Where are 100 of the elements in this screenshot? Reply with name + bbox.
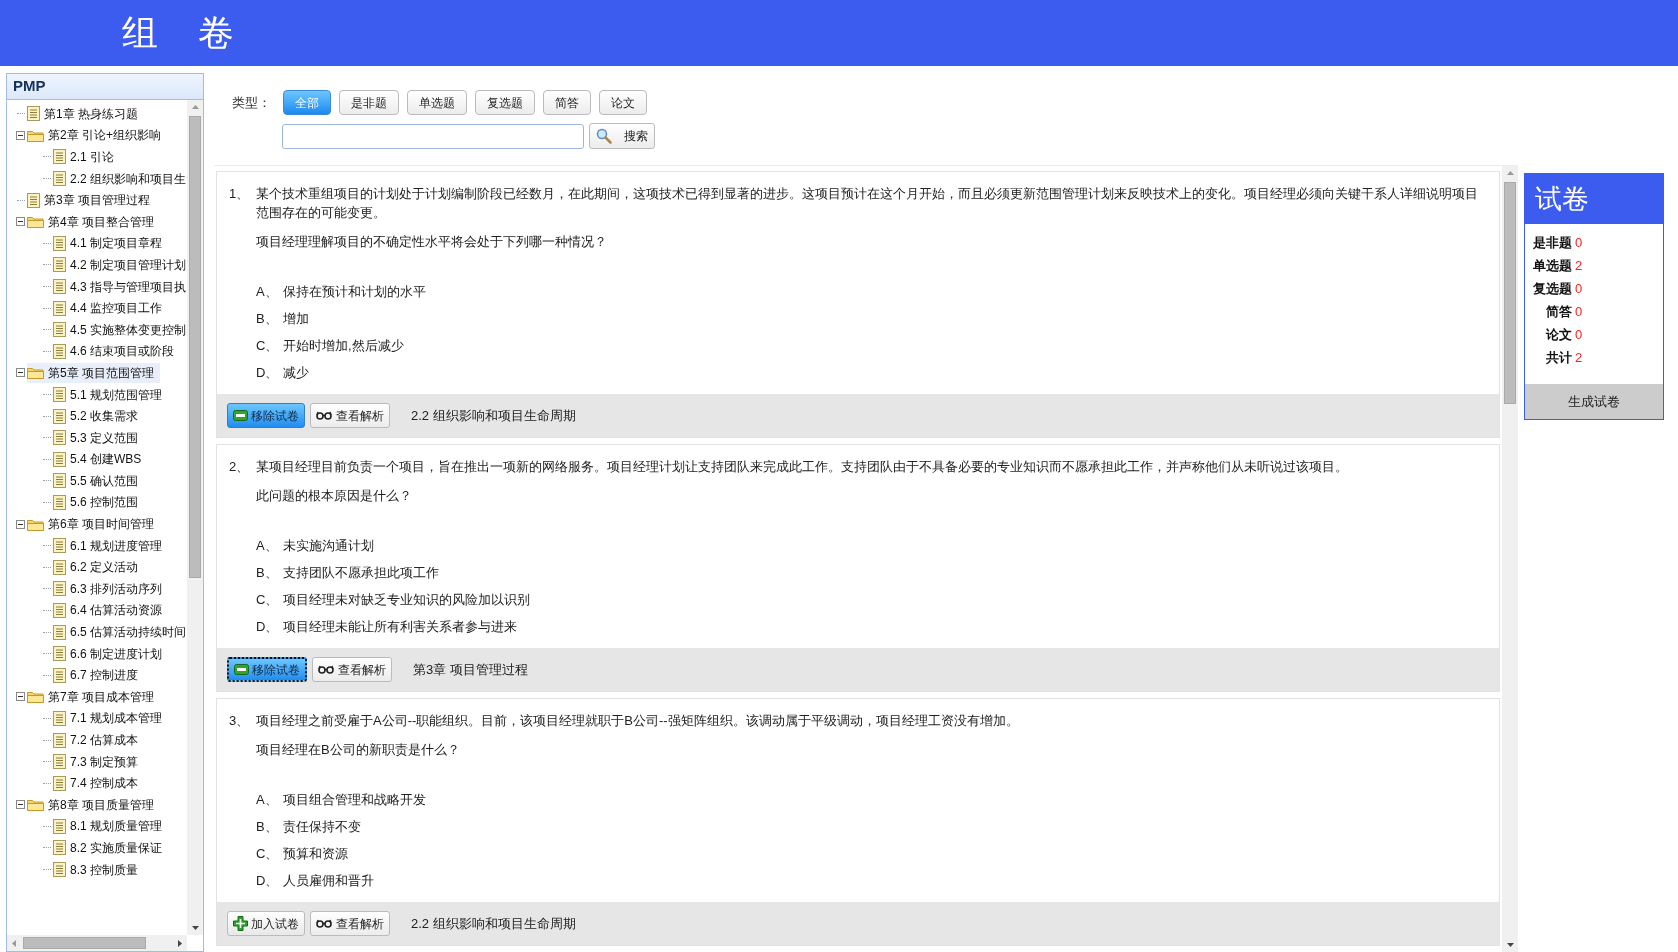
tree-item[interactable]: 6.2 定义活动 — [53, 557, 144, 578]
collapse-icon[interactable] — [16, 368, 25, 378]
tree-item[interactable]: 7.3 制定预算 — [53, 751, 144, 772]
tree-item[interactable]: 第8章 项目质量管理 — [27, 794, 160, 815]
add-to-paper-button[interactable]: 加入试卷 — [227, 911, 305, 936]
collapse-icon[interactable] — [16, 217, 25, 227]
remove-from-paper-button[interactable]: 移除试卷 — [227, 657, 307, 682]
count-value: 2 — [1575, 348, 1583, 367]
count-label: 论文 — [1544, 325, 1572, 344]
scroll-thumb[interactable] — [1504, 182, 1516, 404]
document-icon — [53, 171, 66, 187]
document-icon — [53, 279, 66, 295]
tree-item[interactable]: 7.4 控制成本 — [53, 773, 144, 794]
section-tag: 2.2 组织影响和项目生命周期 — [411, 913, 576, 934]
tree-item[interactable]: 第7章 项目成本管理 — [27, 686, 160, 707]
document-icon — [53, 343, 66, 359]
option-letter: B、 — [256, 310, 279, 328]
collapse-icon[interactable] — [16, 692, 25, 702]
remove-from-paper-button[interactable]: 移除试卷 — [227, 403, 305, 428]
type-label: 类型： — [232, 93, 271, 112]
tree-item[interactable]: 5.1 规划范围管理 — [53, 384, 168, 405]
option-text: 增加 — [283, 310, 309, 328]
type-filter-button[interactable]: 论文 — [599, 90, 647, 115]
document-icon — [53, 149, 66, 165]
document-icon — [53, 495, 66, 510]
tree-item[interactable]: 4.2 制定项目管理计划 — [53, 254, 187, 275]
tree-item[interactable]: 7.1 规划成本管理 — [53, 708, 168, 729]
tree-item[interactable]: 7.2 估算成本 — [53, 730, 144, 750]
question-prompt: 项目经理理解项目的不确定性水平将会处于下列哪一种情况？ — [256, 233, 608, 251]
view-analysis-button[interactable]: 查看解析 — [310, 403, 390, 428]
document-icon — [53, 602, 66, 618]
tree-item[interactable]: 6.4 估算活动资源 — [53, 600, 168, 621]
document-icon — [53, 646, 66, 662]
type-filter-button[interactable]: 单选题 — [407, 90, 467, 115]
tree-item[interactable]: 4.4 监控项目工作 — [53, 298, 168, 319]
type-filter-button[interactable]: 是非题 — [339, 90, 399, 115]
option-text: 人员雇佣和晋升 — [283, 872, 374, 890]
type-filter-button[interactable]: 简答 — [543, 90, 591, 115]
folder-icon — [27, 690, 44, 704]
section-tag: 2.2 组织影响和项目生命周期 — [411, 405, 576, 426]
tree-item[interactable]: 6.7 控制进度 — [53, 665, 144, 686]
tree-scrollbar[interactable] — [187, 100, 203, 935]
question-scrollbar[interactable] — [1502, 166, 1518, 952]
tree-item[interactable]: 第4章 项目整合管理 — [27, 211, 160, 232]
document-icon — [53, 473, 66, 489]
tree-item[interactable]: 第6章 项目时间管理 — [27, 514, 160, 535]
question-text: 项目经理之前受雇于A公司--职能组织。目前，该项目经理就职于B公司--强矩阵组织。该调动属于平级调动，项目经理工资没有增加。 — [256, 712, 1020, 730]
tree-item[interactable]: 4.5 实施整体变更控制 — [53, 319, 187, 340]
count-label: 共计 — [1545, 348, 1572, 367]
question-prompt: 项目经理在B公司的新职责是什么？ — [256, 741, 461, 759]
tree-item[interactable]: 4.3 指导与管理项目执 — [53, 276, 187, 297]
scroll-thumb[interactable] — [189, 116, 201, 578]
tree-item[interactable]: 第3章 项目管理过程 — [27, 190, 156, 211]
option-letter: C、 — [256, 337, 280, 355]
count-value: 0 — [1575, 233, 1583, 252]
question-text: 某个技术重组项目的计划处于计划编制阶段已经数月，在此期间，这项技术已得到显著的进步。这项目预计在这个月开始，而且必须更新范围管理计划来反映技术上的变化。项目经理必须向关键干系人详细说明项目范围存在的可能变更。 — [256, 185, 1479, 222]
search-button[interactable]: 搜索 — [589, 123, 655, 149]
collapse-icon[interactable] — [16, 130, 25, 140]
tree-item[interactable]: 5.3 定义范围 — [53, 427, 144, 448]
collapse-icon[interactable] — [16, 519, 25, 529]
option-text: 开始时增加,然后减少 — [283, 337, 404, 355]
tree-item[interactable]: 5.4 创建WBS — [53, 449, 148, 470]
count-label: 简答 — [1545, 302, 1572, 321]
view-analysis-button[interactable]: 查看解析 — [312, 657, 392, 682]
generate-paper-button[interactable]: 生成试卷 — [1525, 384, 1663, 419]
collapse-icon[interactable] — [16, 800, 25, 810]
tree-item[interactable]: 2.2 组织影响和项目生 — [53, 168, 187, 189]
tree-item[interactable]: 6.6 制定进度计划 — [53, 643, 168, 664]
type-filter-button[interactable]: 复选题 — [475, 90, 535, 115]
view-analysis-button[interactable]: 查看解析 — [310, 911, 390, 936]
tree-item[interactable]: 4.1 制定项目章程 — [53, 233, 168, 254]
tree-item[interactable]: 4.6 结束项目或阶段 — [53, 341, 180, 362]
count-label: 单选题 — [1532, 256, 1572, 275]
tree-item[interactable]: 6.3 排列活动序列 — [53, 578, 168, 599]
tree-horizontal-scrollbar[interactable] — [7, 935, 187, 951]
folder-icon — [27, 215, 44, 229]
count-label: 是非题 — [1532, 233, 1572, 252]
minus-icon — [234, 664, 249, 675]
tree-item[interactable]: 8.1 规划质量管理 — [53, 816, 168, 837]
tree-title: PMP — [7, 74, 203, 100]
tree-item[interactable]: 第2章 引论+组织影响 — [27, 125, 167, 146]
search-field[interactable] — [282, 123, 584, 149]
option-letter: A、 — [256, 537, 279, 555]
section-tag: 第3章 项目管理过程 — [413, 659, 528, 680]
tree-item[interactable]: 8.3 控制质量 — [53, 859, 144, 880]
tree-item[interactable]: 5.6 控制范围 — [53, 492, 144, 513]
tree-item[interactable]: 第5章 项目范围管理 — [27, 362, 160, 383]
count-value: 0 — [1575, 302, 1583, 321]
tree-item[interactable]: 5.2 收集需求 — [53, 406, 144, 427]
tree-item[interactable]: 6.5 估算活动持续时间 — [53, 622, 187, 643]
scroll-thumb[interactable] — [23, 937, 146, 949]
tree-item[interactable]: 8.2 实施质量保证 — [53, 838, 168, 858]
tree-item[interactable]: 第1章 热身练习题 — [27, 103, 144, 124]
document-icon — [53, 559, 66, 575]
tree-item[interactable]: 6.1 规划进度管理 — [53, 535, 168, 556]
document-icon — [53, 862, 66, 878]
paper-title: 试卷 — [1525, 174, 1663, 224]
tree-item[interactable]: 2.1 引论 — [53, 147, 120, 167]
tree-item[interactable]: 5.5 确认范围 — [53, 470, 144, 491]
document-icon — [53, 754, 66, 770]
